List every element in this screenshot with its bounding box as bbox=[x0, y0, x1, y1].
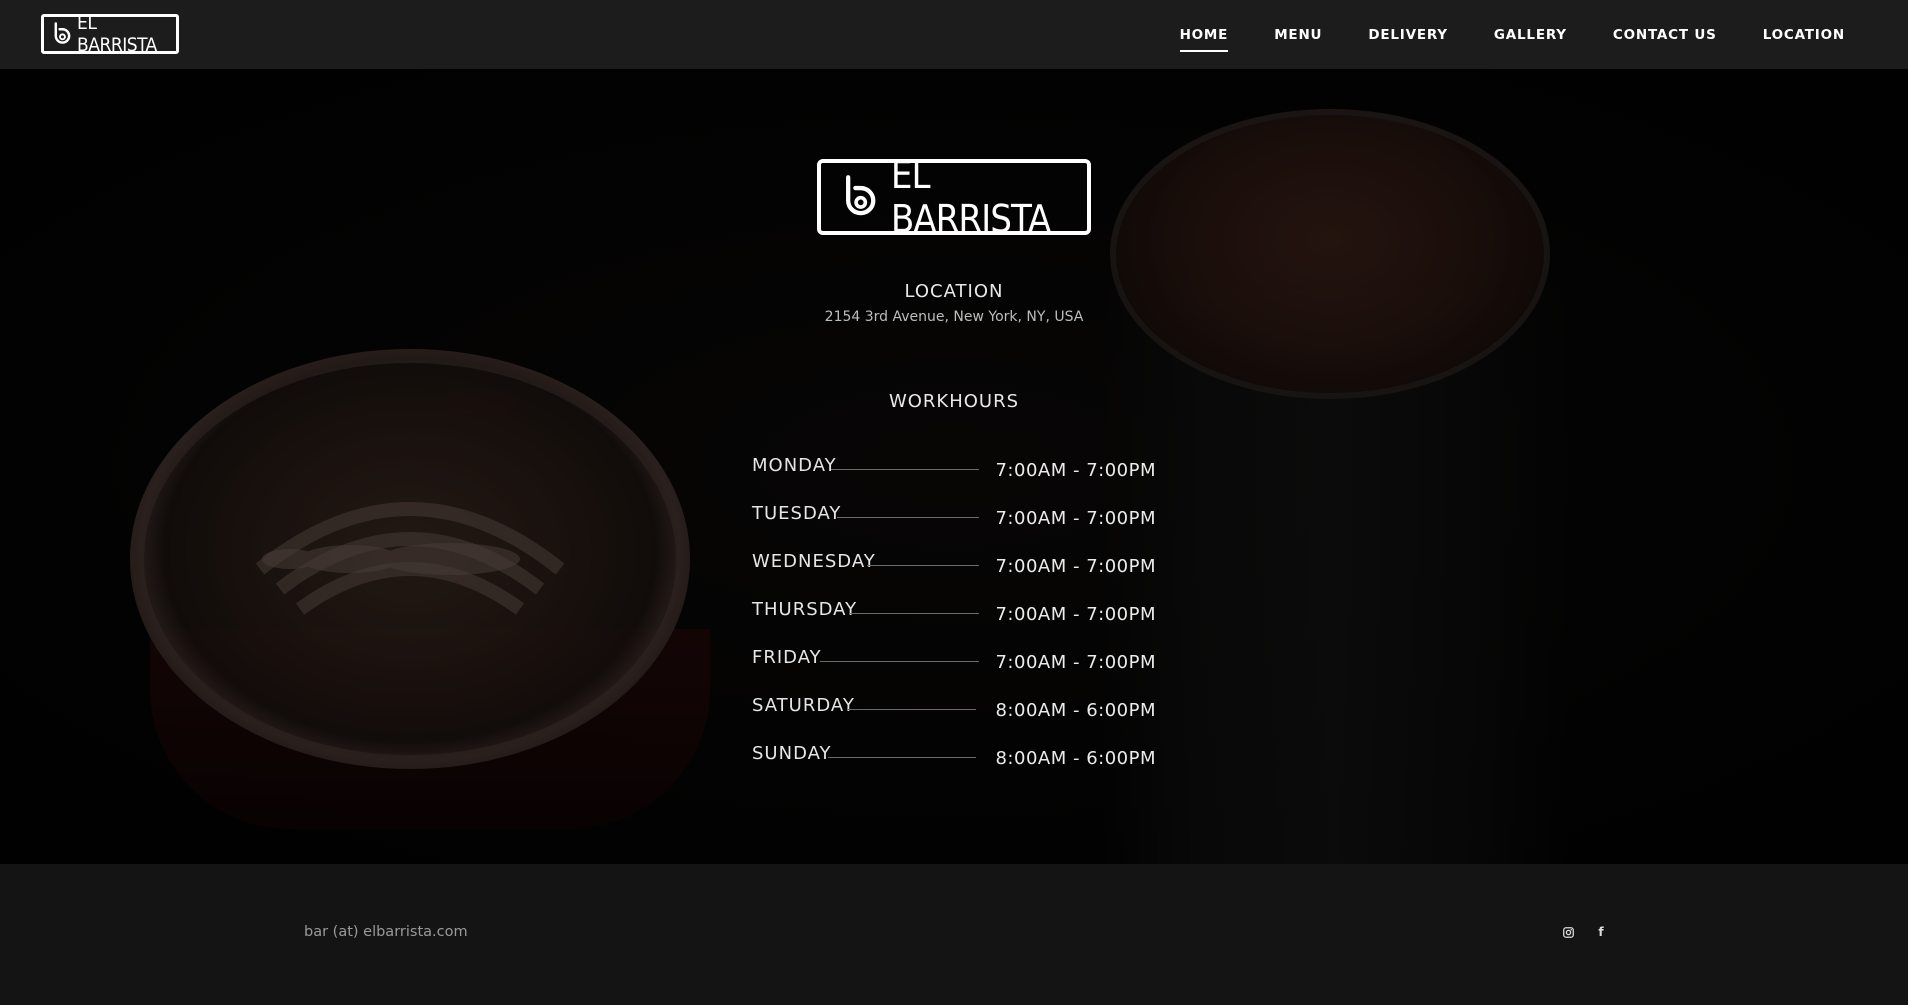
barrista-logo-icon bbox=[846, 175, 876, 216]
nav-logo-text: EL BARRISTA bbox=[77, 12, 157, 56]
location-title: LOCATION bbox=[904, 281, 1004, 302]
day-label: TUESDAY bbox=[752, 503, 842, 524]
workhours-row: WEDNESDAY 7:00AM - 7:00PM bbox=[752, 551, 1156, 599]
hero-logo: EL BARRISTA bbox=[817, 153, 1091, 241]
time-range: 7:00AM - 7:00PM bbox=[995, 556, 1156, 577]
workhours-row: TUESDAY 7:00AM - 7:00PM bbox=[752, 503, 1156, 551]
dotted-leader bbox=[867, 565, 979, 566]
footer: bar (at) elbarrista.com f bbox=[0, 864, 1908, 1005]
nav-logo[interactable]: EL BARRISTA bbox=[41, 12, 179, 56]
time-range: 7:00AM - 7:00PM bbox=[995, 604, 1156, 625]
hero-section: EL BARRISTA LOCATION 2154 3rd Avenue, Ne… bbox=[0, 69, 1908, 864]
nav-item-menu[interactable]: MENU bbox=[1274, 21, 1322, 49]
hero-logo-text: EL BARRISTA bbox=[890, 153, 1051, 241]
nav-links: HOME MENU DELIVERY GALLERY CONTACT US LO… bbox=[1179, 0, 1845, 69]
workhours-list: MONDAY 7:00AM - 7:00PM TUESDAY 7:00AM - … bbox=[752, 455, 1156, 791]
workhours-row: THURSDAY 7:00AM - 7:00PM bbox=[752, 599, 1156, 647]
time-range: 8:00AM - 6:00PM bbox=[995, 700, 1156, 721]
nav-item-delivery[interactable]: DELIVERY bbox=[1368, 21, 1448, 49]
facebook-icon: f bbox=[1598, 925, 1604, 939]
nav-item-gallery[interactable]: GALLERY bbox=[1494, 21, 1567, 49]
facebook-link[interactable]: f bbox=[1591, 922, 1611, 942]
time-range: 7:00AM - 7:00PM bbox=[995, 460, 1156, 481]
workhours-title: WORKHOURS bbox=[888, 391, 1020, 412]
instagram-link[interactable] bbox=[1558, 922, 1578, 942]
day-label: FRIDAY bbox=[752, 647, 822, 668]
day-label: WEDNESDAY bbox=[752, 551, 876, 572]
dotted-leader bbox=[848, 709, 976, 710]
dotted-leader bbox=[820, 661, 979, 662]
nav-item-location[interactable]: LOCATION bbox=[1763, 21, 1845, 49]
dotted-leader bbox=[837, 517, 979, 518]
nav-item-home[interactable]: HOME bbox=[1179, 21, 1229, 52]
day-label: THURSDAY bbox=[752, 599, 858, 620]
instagram-icon bbox=[1562, 926, 1574, 938]
workhours-row: FRIDAY 7:00AM - 7:00PM bbox=[752, 647, 1156, 695]
time-range: 7:00AM - 7:00PM bbox=[995, 652, 1156, 673]
nav-item-contact-us[interactable]: CONTACT US bbox=[1613, 21, 1717, 49]
day-label: SUNDAY bbox=[752, 743, 832, 764]
day-label: MONDAY bbox=[752, 455, 837, 476]
day-label: SATURDAY bbox=[752, 695, 855, 716]
workhours-row: SUNDAY 8:00AM - 6:00PM bbox=[752, 743, 1156, 791]
time-range: 7:00AM - 7:00PM bbox=[995, 508, 1156, 529]
top-navbar: EL BARRISTA HOME MENU DELIVERY GALLERY C… bbox=[0, 0, 1908, 69]
time-range: 8:00AM - 6:00PM bbox=[995, 748, 1156, 769]
location-address: 2154 3rd Avenue, New York, NY, USA bbox=[824, 309, 1084, 325]
dotted-leader bbox=[831, 469, 979, 470]
dotted-leader bbox=[849, 613, 979, 614]
footer-email[interactable]: bar (at) elbarrista.com bbox=[304, 924, 468, 940]
barrista-logo-icon bbox=[54, 22, 71, 44]
workhours-row: MONDAY 7:00AM - 7:00PM bbox=[752, 455, 1156, 503]
dotted-leader bbox=[828, 757, 976, 758]
workhours-row: SATURDAY 8:00AM - 6:00PM bbox=[752, 695, 1156, 743]
